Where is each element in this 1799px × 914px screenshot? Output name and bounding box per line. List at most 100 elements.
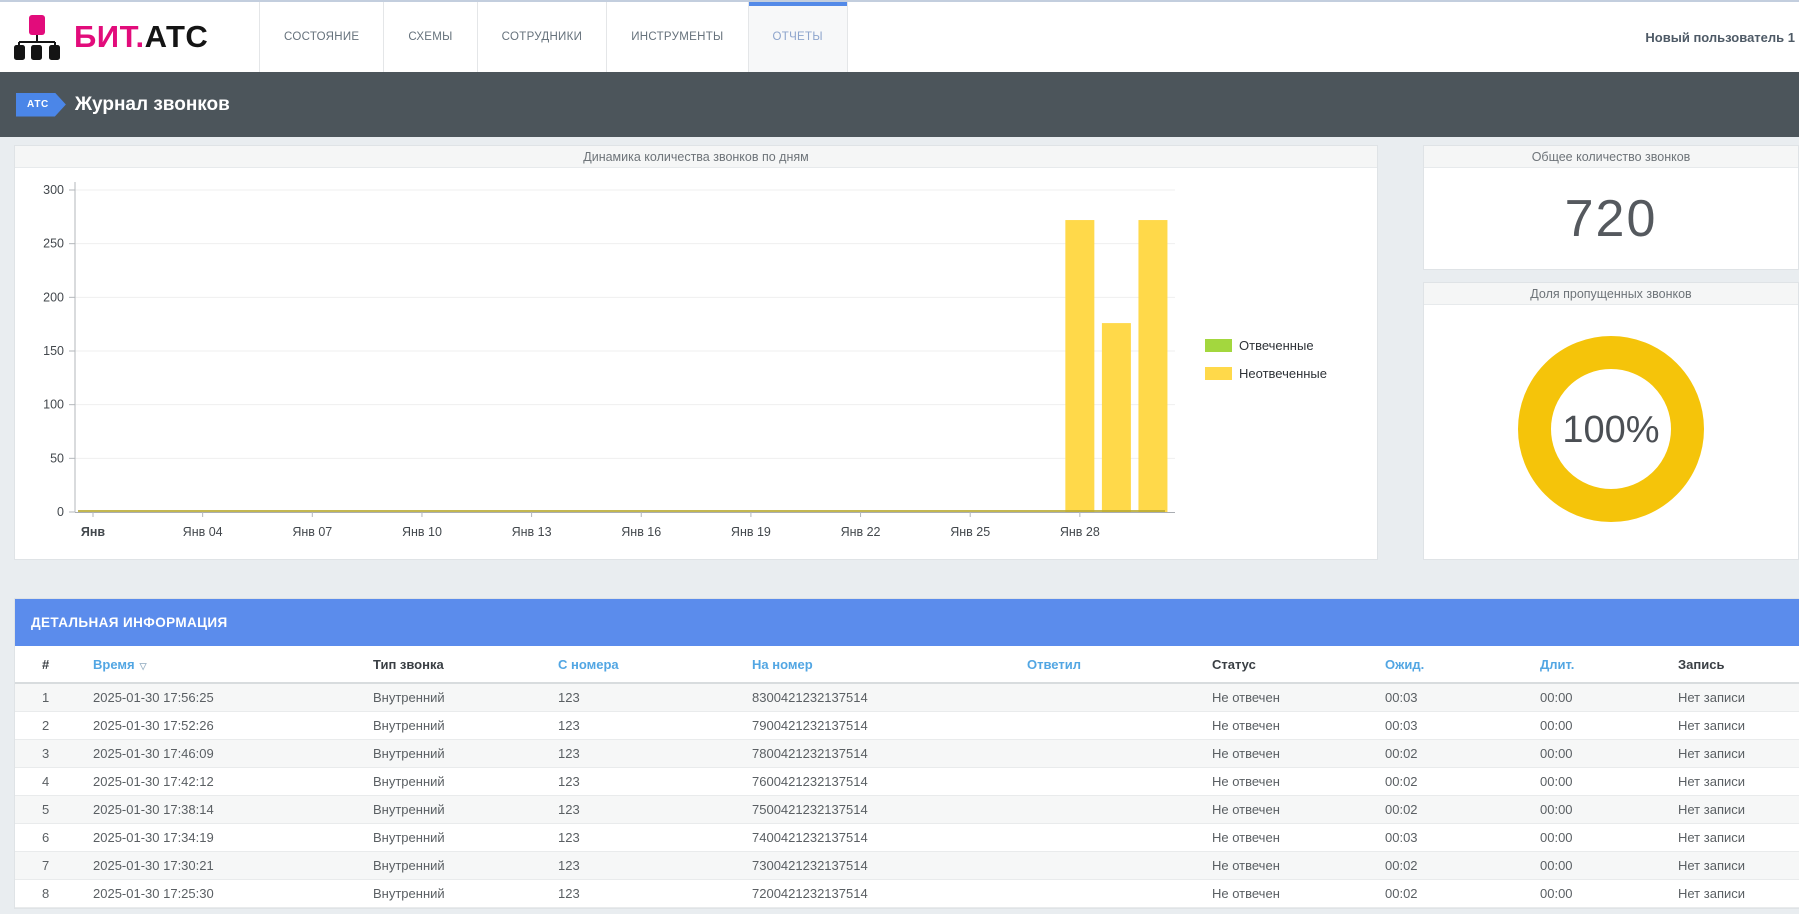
- cell: 2025-01-30 17:25:30: [79, 879, 359, 907]
- svg-text:150: 150: [43, 344, 64, 358]
- cell: 00:00: [1526, 879, 1664, 907]
- svg-text:Отвеченные: Отвеченные: [1239, 338, 1314, 353]
- cell: 7500421232137514: [738, 795, 1013, 823]
- cell: 2: [15, 711, 79, 739]
- table-header-row: #Время▽Тип звонкаС номераНа номерОтветил…: [15, 646, 1799, 683]
- total-calls-panel: Общее количество звонков 720: [1423, 145, 1799, 270]
- total-calls-value: 720: [1424, 168, 1798, 270]
- brand-name: БИТ.АТС: [74, 19, 208, 55]
- table-row[interactable]: 72025-01-30 17:30:21Внутренний1237300421…: [15, 851, 1799, 879]
- cell: [1013, 767, 1198, 795]
- cell: 3: [15, 739, 79, 767]
- cell: [1013, 739, 1198, 767]
- stats-column: Общее количество звонков 720 Доля пропущ…: [1423, 145, 1799, 560]
- cell: Нет записи: [1664, 683, 1799, 711]
- cell: [1013, 879, 1198, 907]
- table-body: 12025-01-30 17:56:25Внутренний1238300421…: [15, 683, 1799, 907]
- table-row[interactable]: 52025-01-30 17:38:14Внутренний1237500421…: [15, 795, 1799, 823]
- table-row[interactable]: 12025-01-30 17:56:25Внутренний1238300421…: [15, 683, 1799, 711]
- cell: 4: [15, 767, 79, 795]
- donut-percent-label: 100%: [1562, 409, 1659, 451]
- table-row[interactable]: 42025-01-30 17:42:12Внутренний1237600421…: [15, 767, 1799, 795]
- cell: 6: [15, 823, 79, 851]
- cell: 2025-01-30 17:38:14: [79, 795, 359, 823]
- cell: Внутренний: [359, 739, 544, 767]
- bar-chart-svg: 050100150200250300ЯнвЯнв 04Янв 07Янв 10Я…: [15, 168, 1377, 560]
- cell: 123: [544, 851, 738, 879]
- content: Динамика количества звонков по дням 0501…: [0, 137, 1799, 909]
- tab-sotrudniki[interactable]: СОТРУДНИКИ: [477, 2, 607, 72]
- cell: Не отвечен: [1198, 823, 1371, 851]
- cell: Нет записи: [1664, 823, 1799, 851]
- total-calls-title: Общее количество звонков: [1424, 146, 1798, 168]
- cell: 00:00: [1526, 851, 1664, 879]
- tab-shemy[interactable]: СХЕМЫ: [383, 2, 476, 72]
- svg-text:250: 250: [43, 237, 64, 251]
- cell: 00:02: [1371, 767, 1526, 795]
- cell: Не отвечен: [1198, 879, 1371, 907]
- cell: 00:02: [1371, 795, 1526, 823]
- cell: 2025-01-30 17:46:09: [79, 739, 359, 767]
- cell: 2025-01-30 17:56:25: [79, 683, 359, 711]
- cell: 00:02: [1371, 851, 1526, 879]
- cell: 00:00: [1526, 823, 1664, 851]
- cell: Не отвечен: [1198, 683, 1371, 711]
- brand-logo[interactable]: БИТ.АТС: [0, 2, 259, 72]
- cell: Не отвечен: [1198, 851, 1371, 879]
- table-row[interactable]: 82025-01-30 17:25:30Внутренний1237200421…: [15, 879, 1799, 907]
- page-title: Журнал звонков: [75, 94, 230, 116]
- svg-text:Янв 25: Янв 25: [950, 525, 990, 539]
- tab-otchety[interactable]: ОТЧЕТЫ: [748, 2, 848, 72]
- cell: 8300421232137514: [738, 683, 1013, 711]
- page-header: АТС Журнал звонков: [0, 72, 1799, 137]
- cell: 2025-01-30 17:42:12: [79, 767, 359, 795]
- cell: 7200421232137514: [738, 879, 1013, 907]
- column-header-ожид.[interactable]: Ожид.: [1371, 646, 1526, 683]
- cell: Не отвечен: [1198, 711, 1371, 739]
- cell: 00:02: [1371, 739, 1526, 767]
- column-header-длит.[interactable]: Длит.: [1526, 646, 1664, 683]
- cell: 123: [544, 683, 738, 711]
- cell: Внутренний: [359, 767, 544, 795]
- cell: Внутренний: [359, 683, 544, 711]
- cell: 2025-01-30 17:34:19: [79, 823, 359, 851]
- svg-text:Янв 22: Янв 22: [841, 525, 881, 539]
- column-header-на номер[interactable]: На номер: [738, 646, 1013, 683]
- cell: [1013, 683, 1198, 711]
- cell: 00:00: [1526, 739, 1664, 767]
- cell: Не отвечен: [1198, 795, 1371, 823]
- cell: 7300421232137514: [738, 851, 1013, 879]
- svg-text:Янв 16: Янв 16: [621, 525, 661, 539]
- svg-text:Янв 13: Янв 13: [512, 525, 552, 539]
- column-header-с номера[interactable]: С номера: [544, 646, 738, 683]
- column-header-время[interactable]: Время▽: [79, 646, 359, 683]
- svg-text:Янв 28: Янв 28: [1060, 525, 1100, 539]
- cell: Нет записи: [1664, 851, 1799, 879]
- cell: Не отвечен: [1198, 767, 1371, 795]
- missed-calls-donut: 100%: [1424, 305, 1798, 559]
- table-row[interactable]: 32025-01-30 17:46:09Внутренний1237800421…: [15, 739, 1799, 767]
- cell: 00:03: [1371, 823, 1526, 851]
- tab-sostoyanie[interactable]: СОСТОЯНИЕ: [259, 2, 383, 72]
- current-user[interactable]: Новый пользователь 1: [1645, 30, 1799, 45]
- org-chart-logo-icon: [14, 14, 60, 60]
- svg-text:50: 50: [50, 451, 64, 465]
- cell: [1013, 711, 1198, 739]
- table-row[interactable]: 22025-01-30 17:52:26Внутренний1237900421…: [15, 711, 1799, 739]
- detail-table-title: ДЕТАЛЬНАЯ ИНФОРМАЦИЯ: [15, 599, 1799, 646]
- cell: Внутренний: [359, 823, 544, 851]
- svg-text:Янв 04: Янв 04: [183, 525, 223, 539]
- cell: 00:00: [1526, 767, 1664, 795]
- svg-text:100: 100: [43, 398, 64, 412]
- cell: 7400421232137514: [738, 823, 1013, 851]
- column-header-ответил[interactable]: Ответил: [1013, 646, 1198, 683]
- tab-instrumenty[interactable]: ИНСТРУМЕНТЫ: [606, 2, 747, 72]
- table-row[interactable]: 62025-01-30 17:34:19Внутренний1237400421…: [15, 823, 1799, 851]
- cell: Внутренний: [359, 711, 544, 739]
- cell: Нет записи: [1664, 795, 1799, 823]
- cell: Нет записи: [1664, 767, 1799, 795]
- cell: Нет записи: [1664, 739, 1799, 767]
- missed-calls-title: Доля пропущенных звонков: [1424, 283, 1798, 305]
- cell: 7800421232137514: [738, 739, 1013, 767]
- cell: 123: [544, 711, 738, 739]
